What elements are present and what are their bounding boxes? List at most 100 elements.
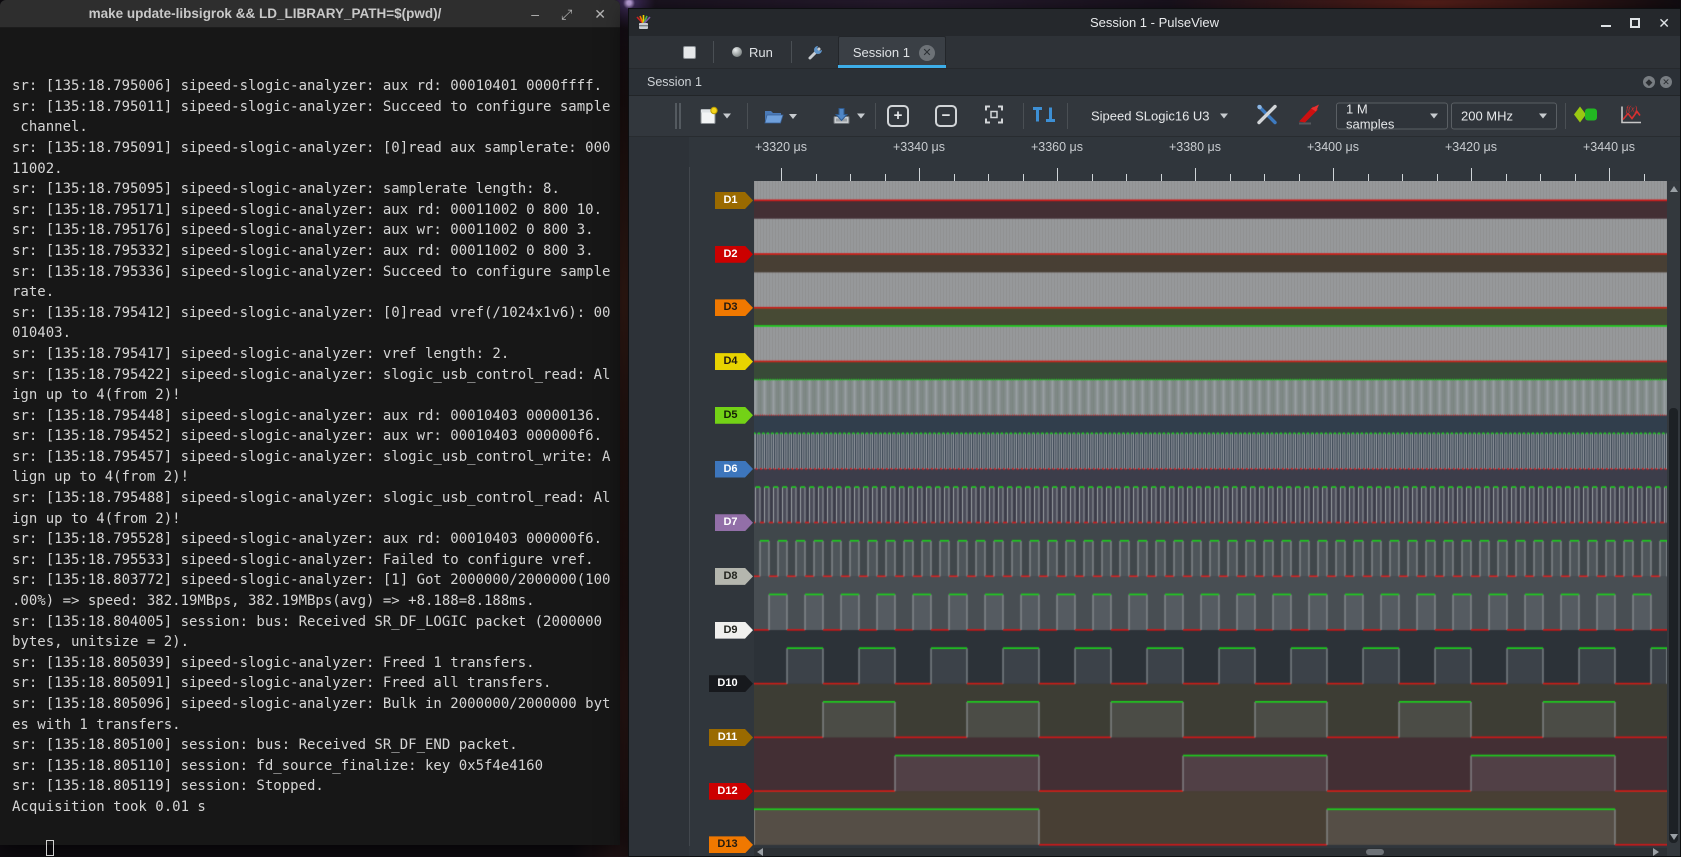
stop-button[interactable]	[683, 46, 696, 59]
vertical-scrollbar[interactable]	[1667, 181, 1680, 856]
sample-rate-value: 200 MHz	[1461, 109, 1525, 124]
channel-tag-d3[interactable]: D3	[715, 299, 753, 316]
pulseview-window: Session 1 - PulseView ✕ Run Session 1 ✕ …	[628, 8, 1681, 857]
pulseview-window-title: Session 1 - PulseView	[629, 15, 1680, 30]
channel-tag-d9[interactable]: D9	[715, 622, 753, 639]
terminal-log-line: sr: [135:18.795006] sipeed-slogic-analyz…	[12, 76, 620, 97]
separator	[875, 103, 876, 129]
ruler-minor-tick	[1437, 174, 1438, 181]
terminal-log-line: sr: [135:18.795488] sipeed-slogic-analyz…	[12, 488, 620, 509]
configure-device-button[interactable]	[1255, 103, 1279, 130]
open-button[interactable]	[763, 107, 797, 125]
horizontal-scrollbar-thumb[interactable]	[1366, 849, 1384, 855]
tab-session-1-label: Session 1	[853, 45, 910, 60]
ruler-major-tick	[1471, 168, 1472, 181]
channel-tag-d8[interactable]: D8	[715, 568, 753, 585]
vertical-scrollbar-thumb[interactable]	[1669, 408, 1678, 843]
ruler-major-tick	[1195, 168, 1196, 181]
scroll-up-arrow-icon[interactable]	[1670, 186, 1678, 192]
separator	[1565, 103, 1566, 129]
pulseview-close-icon[interactable]: ✕	[1658, 17, 1670, 29]
terminal-log-line: ign up to 4(from 2)!	[12, 509, 620, 530]
decoder-icon	[1573, 105, 1599, 125]
terminal-log-line: sr: [135:18.795091] sipeed-slogic-analyz…	[12, 138, 620, 159]
terminal-minimize-icon[interactable]: –	[531, 7, 539, 21]
zoom-fit-button[interactable]	[983, 104, 1005, 129]
device-selector-value: Sipeed SLogic16 U3	[1091, 109, 1210, 124]
tab-session-1[interactable]: Session 1 ✕	[838, 36, 946, 68]
scroll-left-arrow-icon[interactable]	[757, 848, 763, 856]
channel-tag-d1[interactable]: D1	[715, 192, 753, 209]
terminal-maximize-icon[interactable]: ⤢	[561, 7, 572, 21]
scroll-right-arrow-icon[interactable]	[1653, 848, 1659, 856]
sample-count-select[interactable]: 1 M samples	[1336, 103, 1448, 130]
scroll-down-arrow-icon[interactable]	[1670, 834, 1678, 840]
terminal-log-line: sr: [135:18.795171] sipeed-slogic-analyz…	[12, 200, 620, 221]
pulseview-titlebar[interactable]: Session 1 - PulseView ✕	[629, 9, 1680, 36]
dock-float-icon[interactable]: ◆	[1643, 76, 1655, 88]
new-dropdown-arrow-icon[interactable]	[723, 114, 731, 119]
trace-view[interactable]: +3320 μs+3340 μs+3360 μs+3380 μs+3400 μs…	[629, 137, 1680, 856]
trigger-settings-button[interactable]	[1031, 106, 1057, 127]
add-decoder-button[interactable]	[1573, 105, 1599, 128]
terminal-log-line: sr: [135:18.795533] sipeed-slogic-analyz…	[12, 550, 620, 571]
terminal-log-line: sr: [135:18.795452] sipeed-slogic-analyz…	[12, 426, 620, 447]
terminal-output[interactable]: sr: [135:18.795006] sipeed-slogic-analyz…	[0, 28, 620, 857]
channels-button[interactable]	[1297, 104, 1321, 129]
terminal-log-line: sr: [135:18.805039] sipeed-slogic-analyz…	[12, 653, 620, 674]
channel-tag-d6[interactable]: D6	[715, 461, 753, 478]
tools-icon	[1255, 103, 1279, 127]
channel-tag-d13[interactable]: D13	[709, 836, 753, 853]
ruler-label: +3320 μs	[755, 140, 807, 154]
pulseview-maximize-icon[interactable]	[1629, 17, 1641, 29]
terminal-log-line: Acquisition took 0.01 s	[12, 797, 620, 818]
ruler-minor-tick	[1402, 174, 1403, 181]
pulseview-minimize-icon[interactable]	[1600, 17, 1612, 29]
zoom-out-button[interactable]: −	[935, 105, 957, 127]
channel-tag-d4[interactable]: D4	[715, 353, 753, 370]
channel-tag-d11[interactable]: D11	[709, 729, 753, 746]
zoom-in-button[interactable]: +	[887, 105, 909, 127]
terminal-log-line: sr: [135:18.803772] sipeed-slogic-analyz…	[12, 570, 620, 591]
new-session-button[interactable]	[699, 107, 731, 126]
run-dot-icon	[732, 47, 742, 57]
run-button[interactable]: Run	[732, 45, 773, 60]
ruler-label: +3420 μs	[1445, 140, 1497, 154]
horizontal-scrollbar[interactable]	[754, 848, 1667, 856]
ruler-minor-tick	[954, 174, 955, 181]
channel-tag-d7[interactable]: D7	[715, 514, 753, 531]
terminal-log-line: sr: [135:18.804005] session: bus: Receiv…	[12, 612, 620, 633]
dock-close-icon[interactable]: ✕	[1660, 76, 1672, 88]
open-dropdown-arrow-icon[interactable]	[789, 114, 797, 119]
save-dropdown-arrow-icon[interactable]	[857, 114, 865, 119]
waveform-canvas[interactable]	[754, 181, 1667, 856]
toolbar-grip[interactable]	[675, 103, 681, 129]
ruler-label: +3360 μs	[1031, 140, 1083, 154]
sample-rate-select[interactable]: 200 MHz	[1451, 103, 1557, 130]
tab-close-icon[interactable]: ✕	[919, 45, 935, 61]
channel-tag-d5[interactable]: D5	[715, 407, 753, 424]
zoom-fit-icon	[983, 104, 1005, 126]
ruler-minor-tick	[1126, 174, 1127, 181]
ruler-major-tick	[781, 168, 782, 181]
terminal-log-line: sr: [135:18.795422] sipeed-slogic-analyz…	[12, 365, 620, 386]
session-tab-bar: Run Session 1 ✕	[629, 36, 1680, 69]
add-math-signal-button[interactable]: f(x)	[1619, 104, 1643, 129]
channel-tag-d10[interactable]: D10	[709, 675, 753, 692]
separator	[747, 103, 748, 129]
math-fx-icon: f(x)	[1619, 104, 1643, 126]
save-button[interactable]	[831, 107, 865, 126]
terminal-cursor	[46, 840, 54, 856]
device-selector[interactable]: Sipeed SLogic16 U3	[1091, 109, 1228, 124]
ruler-minor-tick	[1506, 174, 1507, 181]
terminal-log-line: .00%) => speed: 382.19MBps, 382.19MBps(a…	[12, 591, 620, 612]
session-dock-header[interactable]: Session 1 ◆ ✕	[629, 69, 1680, 96]
terminal-close-icon[interactable]: ✕	[594, 7, 606, 21]
ruler-minor-tick	[885, 174, 886, 181]
time-ruler[interactable]: +3320 μs+3340 μs+3360 μs+3380 μs+3400 μs…	[629, 137, 1680, 181]
channel-tag-d12[interactable]: D12	[709, 783, 753, 800]
channel-tag-d2[interactable]: D2	[715, 246, 753, 263]
channel-gutter	[629, 137, 689, 856]
terminal-titlebar[interactable]: make update-libsigrok && LD_LIBRARY_PATH…	[0, 0, 620, 28]
session-settings-wrench-icon[interactable]	[806, 42, 826, 62]
